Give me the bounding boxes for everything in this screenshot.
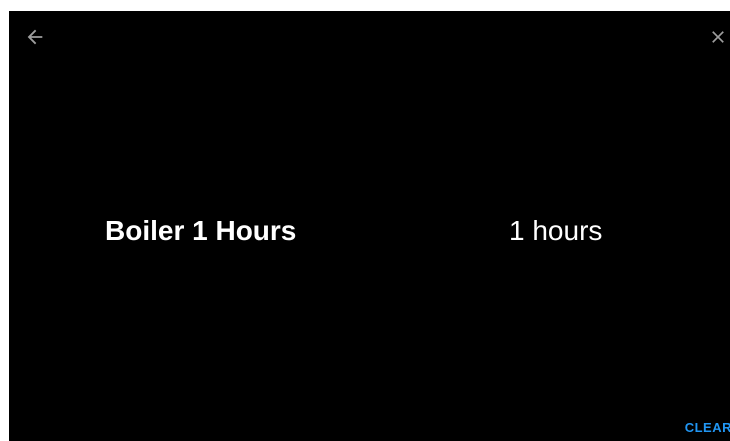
back-button[interactable] bbox=[21, 23, 49, 51]
more-info-dialog: Boiler 1 Hours 1 hours CLEAR bbox=[9, 11, 730, 441]
entity-name: Boiler 1 Hours bbox=[105, 215, 297, 246]
close-icon bbox=[708, 27, 728, 47]
entity-state: 1 hours bbox=[509, 215, 603, 246]
entity-row: Boiler 1 Hours 1 hours bbox=[9, 211, 730, 251]
arrow-left-icon bbox=[24, 26, 46, 48]
close-button[interactable] bbox=[704, 23, 730, 51]
clear-button[interactable]: CLEAR bbox=[685, 420, 730, 435]
